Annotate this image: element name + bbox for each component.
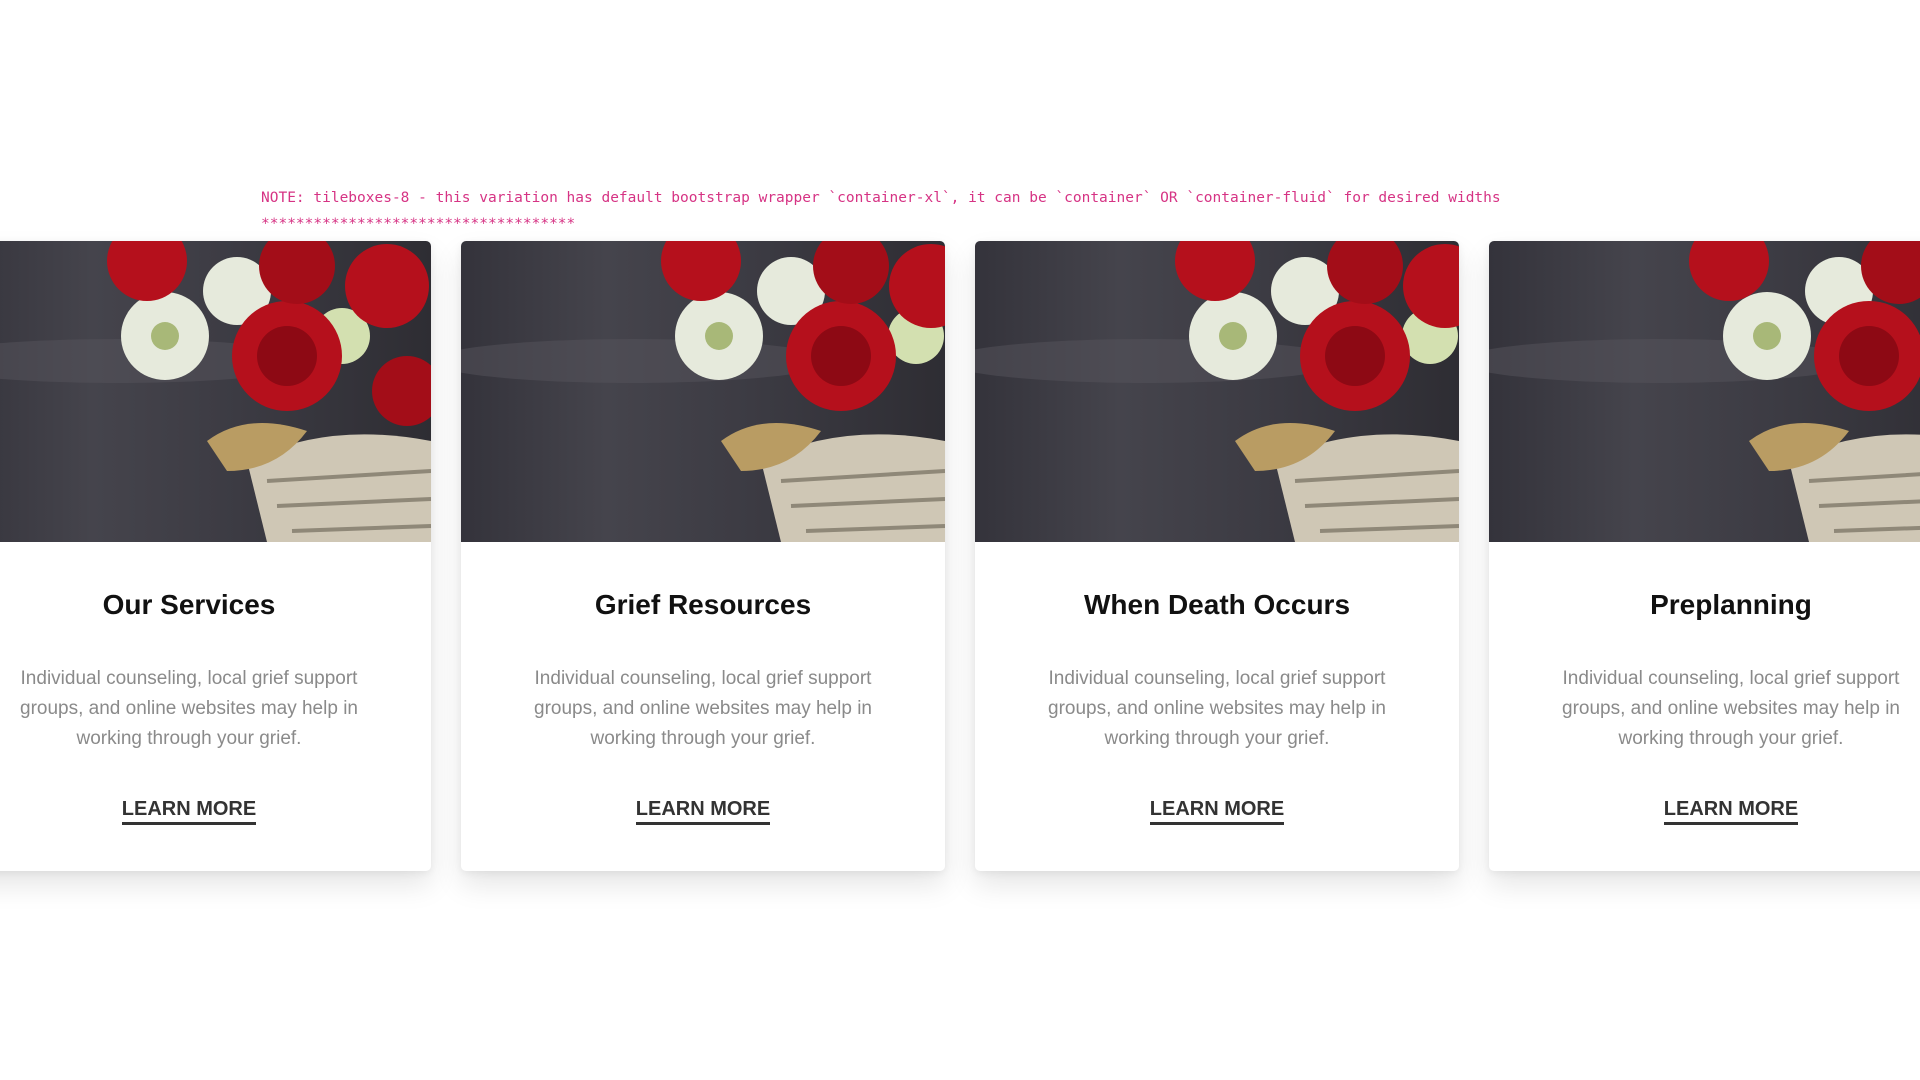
flower-basket-image — [1489, 241, 1920, 542]
card-title: When Death Occurs — [1083, 589, 1351, 620]
card-description: Individual counseling, local grief suppo… — [1048, 668, 1386, 749]
card-title: Grief Resources — [594, 589, 812, 620]
developer-note-line: NOTE: tileboxes-8 - this variation has d… — [261, 190, 1501, 206]
developer-note: NOTE: tileboxes-8 - this variation has d… — [261, 185, 1501, 237]
card-title: Preplanning — [1650, 589, 1812, 620]
learn-more-link[interactable]: LEARN MORE — [635, 798, 771, 825]
card-when-death-occurs: When Death Occurs Individual counseling,… — [975, 241, 1459, 871]
learn-more-link[interactable]: LEARN MORE — [1663, 798, 1799, 825]
card-grief-resources: Grief Resources Individual counseling, l… — [461, 241, 945, 871]
card-our-services: Our Services Individual counseling, loca… — [0, 241, 431, 871]
card-title: Our Services — [102, 589, 276, 620]
card-preplanning: Preplanning Individual counseling, local… — [1489, 241, 1920, 871]
learn-more-link[interactable]: LEARN MORE — [121, 798, 257, 825]
flower-basket-image — [975, 241, 1459, 542]
card-description: Individual counseling, local grief suppo… — [1562, 668, 1900, 749]
learn-more-link[interactable]: LEARN MORE — [1149, 798, 1285, 825]
tilebox-row: Our Services Individual counseling, loca… — [0, 241, 1920, 871]
flower-basket-image — [0, 241, 431, 542]
flower-basket-image — [461, 241, 945, 542]
card-description: Individual counseling, local grief suppo… — [534, 668, 872, 749]
developer-note-separator: ************************************ — [261, 216, 576, 232]
card-description: Individual counseling, local grief suppo… — [20, 668, 358, 749]
